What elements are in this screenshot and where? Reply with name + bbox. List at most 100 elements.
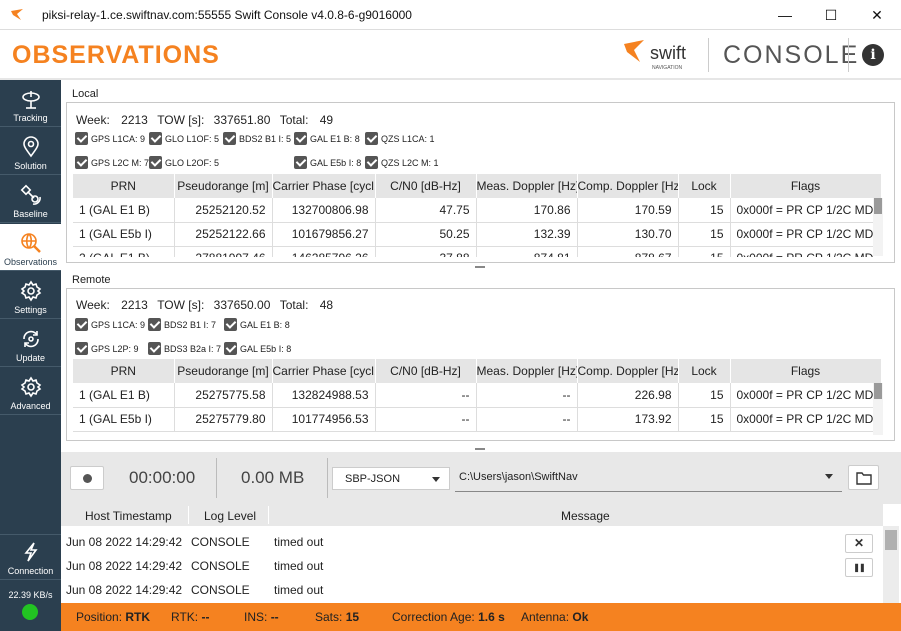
local-table-scrollbar[interactable] — [873, 198, 883, 256]
log-directory-select[interactable]: C:\Users\jason\SwiftNav — [455, 465, 842, 492]
column-header[interactable]: Meas. Doppler [Hz] — [476, 359, 578, 383]
lightning-icon — [23, 542, 38, 562]
filter-checkbox[interactable]: BDS3 B2a I: 7 — [148, 342, 221, 355]
nav-tracking[interactable]: Tracking — [0, 80, 61, 127]
pane-splitter-handle[interactable] — [475, 448, 485, 450]
filter-checkbox[interactable]: BDS2 B1 I: 5 — [223, 132, 291, 145]
log-row[interactable]: Jun 08 2022 14:29:42 CONSOLE timed out — [61, 553, 821, 577]
clear-log-button[interactable]: ✕ — [845, 534, 873, 553]
position-status: Position: RTK — [76, 610, 150, 624]
scrollbar-thumb[interactable] — [874, 383, 882, 399]
status-value: RTK — [125, 610, 151, 624]
filter-checkbox[interactable]: GAL E5b I: 8 — [294, 156, 361, 169]
ins-status: INS: -- — [244, 610, 279, 624]
scrollbar-thumb[interactable] — [885, 530, 897, 550]
nav-connection[interactable]: Connection — [0, 534, 61, 580]
status-value: -- — [270, 610, 279, 624]
log-row[interactable]: Jun 08 2022 14:29:42 CONSOLE timed out — [61, 577, 821, 601]
column-header[interactable]: Comp. Doppler [Hz] — [577, 174, 679, 198]
column-header[interactable]: PRN — [73, 359, 175, 383]
filter-checkbox[interactable]: GPS L1CA: 9 — [75, 318, 145, 331]
checkbox-icon — [75, 156, 88, 169]
filter-checkbox[interactable]: GLO L2OF: 5 — [149, 156, 219, 169]
table-row[interactable]: 1 (GAL E1 B) 25275775.58 132824988.53 --… — [73, 383, 881, 408]
column-header[interactable]: Message — [561, 509, 610, 523]
column-header[interactable]: Pseudorange [m] — [174, 174, 273, 198]
column-header[interactable]: Log Level — [204, 509, 256, 523]
header-divider — [708, 38, 709, 72]
column-header[interactable]: Meas. Doppler [Hz] — [476, 174, 578, 198]
week-value: 2213 — [121, 113, 148, 127]
nav-baseline[interactable]: Baseline — [0, 176, 61, 223]
table-row[interactable]: 1 (GAL E1 B) 25252120.52 132700806.98 47… — [73, 198, 881, 223]
column-header[interactable]: PRN — [73, 174, 175, 198]
nav-solution[interactable]: Solution — [0, 128, 61, 175]
cell-prn: 1 (GAL E1 B) — [73, 198, 175, 223]
filter-checkbox[interactable]: QZS L2C M: 1 — [365, 156, 439, 169]
table-row[interactable]: 1 (GAL E5b I) 25275779.80 101774956.53 -… — [73, 407, 881, 432]
filter-checkbox[interactable]: GLO L1OF: 5 — [149, 132, 219, 145]
cell-flags: 0x000f = PR CP 1/2C MD — [730, 246, 881, 257]
table-row[interactable]: 1 (GAL E5b I) 25252122.66 101679856.27 5… — [73, 222, 881, 247]
format-select[interactable]: SBP-JSON — [332, 467, 450, 490]
log-level: CONSOLE — [191, 559, 250, 573]
checkbox-icon — [294, 132, 307, 145]
log-message: timed out — [274, 559, 324, 573]
sats-status: Sats: 15 — [315, 610, 359, 624]
filter-checkbox[interactable]: QZS L1CA: 1 — [365, 132, 435, 145]
filter-checkbox[interactable]: GPS L2P: 9 — [75, 342, 139, 355]
remote-table-scrollbar[interactable] — [873, 383, 883, 435]
filter-checkbox[interactable]: GAL E1 B: 8 — [294, 132, 360, 145]
filter-checkbox[interactable]: GPS L2C M: 7 — [75, 156, 149, 169]
cell-cn0: 50.25 — [375, 222, 477, 247]
record-button[interactable] — [70, 466, 104, 490]
satellite-dish-icon — [21, 91, 40, 109]
cell-flags: 0x000f = PR CP 1/2C MD — [730, 383, 881, 408]
filter-checkbox[interactable]: BDS2 B1 I: 7 — [148, 318, 216, 331]
checkbox-icon — [365, 132, 378, 145]
close-window-button[interactable]: ✕ — [854, 0, 900, 30]
nav-observations[interactable]: Observations — [0, 224, 61, 271]
week-label: Week: — [76, 298, 110, 312]
log-level: CONSOLE — [191, 583, 250, 597]
browse-folder-button[interactable] — [848, 465, 879, 490]
filter-label: BDS3 B2a I: 7 — [164, 343, 222, 354]
pane-splitter-handle[interactable] — [475, 266, 485, 268]
log-timestamp: Jun 08 2022 14:29:42 — [66, 559, 183, 573]
info-button[interactable]: i — [862, 44, 884, 66]
checkbox-icon — [75, 132, 88, 145]
column-header[interactable]: Carrier Phase [cycl... — [272, 359, 376, 383]
column-header[interactable]: Host Timestamp — [85, 509, 172, 523]
column-header[interactable]: C/N0 [dB-Hz] — [375, 359, 477, 383]
column-header[interactable]: Lock — [678, 174, 731, 198]
swift-navigation-logo: swift NAVIGATION — [624, 40, 686, 71]
column-header[interactable]: Flags — [730, 174, 881, 198]
total-value: 49 — [319, 113, 334, 127]
column-header[interactable]: Pseudorange [m] — [174, 359, 273, 383]
filter-checkbox[interactable]: GPS L1CA: 9 — [75, 132, 145, 145]
nav-settings[interactable]: Settings — [0, 272, 61, 319]
column-header[interactable]: Lock — [678, 359, 731, 383]
divider — [216, 458, 217, 498]
filter-checkbox[interactable]: GAL E5b I: 8 — [224, 342, 291, 355]
cell-lock: 15 — [678, 198, 731, 223]
log-row[interactable]: Jun 08 2022 14:29:42 CONSOLE timed out — [61, 529, 821, 553]
cell-pseudorange: 25252120.52 — [174, 198, 273, 223]
nav-advanced[interactable]: Advanced — [0, 368, 61, 415]
filter-checkbox[interactable]: GAL E1 B: 8 — [224, 318, 290, 331]
cell-cn0: 37.88 — [375, 246, 477, 257]
minimize-button[interactable]: — — [762, 0, 808, 30]
scrollbar-thumb[interactable] — [874, 198, 882, 214]
log-scrollbar[interactable] — [883, 526, 899, 603]
column-header[interactable]: Carrier Phase [cycl... — [272, 174, 376, 198]
nav-update[interactable]: Update — [0, 320, 61, 367]
local-table-viewport: PRN Pseudorange [m] Carrier Phase [cycl.… — [73, 174, 881, 257]
swift-logo-icon — [11, 8, 23, 20]
column-header[interactable]: Comp. Doppler [Hz] — [577, 359, 679, 383]
column-header[interactable]: Flags — [730, 359, 881, 383]
table-row[interactable]: 2 (GAL E1 B) 27881997.46 146285796.26 37… — [73, 246, 881, 257]
filter-label: GLO L2OF: 5 — [165, 157, 220, 168]
maximize-button[interactable]: ☐ — [808, 0, 854, 30]
pause-log-button[interactable]: ❚❚ — [845, 558, 873, 577]
column-header[interactable]: C/N0 [dB-Hz] — [375, 174, 477, 198]
